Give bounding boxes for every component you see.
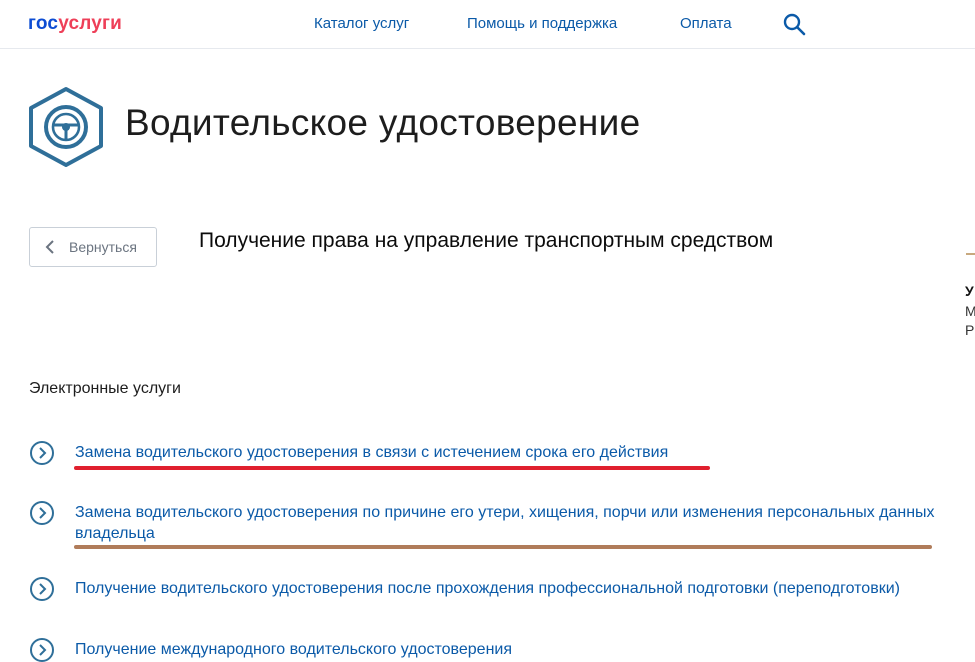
nav-catalog-link[interactable]: Каталог услуг — [314, 15, 409, 32]
section-title: Получение права на управление транспортн… — [199, 229, 774, 252]
page-title: Водительское удостоверение — [125, 102, 641, 143]
nav-payment-link[interactable]: Оплата — [680, 15, 732, 32]
service-link[interactable]: Замена водительского удостоверения по пр… — [75, 502, 965, 544]
steering-wheel-icon — [29, 87, 103, 167]
chevron-right-circle-icon — [30, 638, 54, 662]
service-link[interactable]: Получение международного водительского у… — [75, 639, 965, 660]
chevron-left-icon — [45, 240, 54, 254]
edge-fragment-2: М — [965, 303, 975, 319]
service-item[interactable]: Получение водительского удостоверения по… — [29, 576, 969, 602]
chevron-right-circle-icon — [30, 441, 54, 465]
service-item[interactable]: Замена водительского удостоверения по пр… — [29, 500, 969, 544]
service-link[interactable]: Получение водительского удостоверения по… — [75, 578, 965, 599]
logo-part-uslugi: услуги — [58, 13, 123, 34]
service-item[interactable]: Замена водительского удостоверения в свя… — [29, 440, 969, 466]
service-item[interactable]: Получение международного водительского у… — [29, 637, 969, 662]
logo-part-gos: гос — [28, 13, 59, 34]
brown-underline-annotation — [74, 545, 932, 549]
chevron-right-circle-icon — [30, 501, 54, 525]
top-header: госуслуги Каталог услуг Помощь и поддерж… — [0, 0, 975, 49]
chevron-right-circle-icon — [30, 577, 54, 601]
red-underline-annotation — [74, 466, 710, 470]
back-button[interactable]: Вернуться — [29, 227, 157, 267]
edge-divider — [966, 253, 975, 255]
service-link[interactable]: Замена водительского удостоверения в свя… — [75, 442, 965, 463]
gosuslugi-logo[interactable]: госуслуги — [28, 13, 122, 35]
edge-fragment-1: У — [965, 283, 974, 299]
page: госуслуги Каталог услуг Помощь и поддерж… — [0, 0, 975, 662]
search-icon[interactable] — [782, 12, 806, 36]
back-button-label: Вернуться — [69, 239, 137, 255]
services-heading: Электронные услуги — [29, 380, 181, 397]
nav-help-link[interactable]: Помощь и поддержка — [467, 15, 617, 32]
edge-fragment-3: Р — [965, 322, 975, 338]
